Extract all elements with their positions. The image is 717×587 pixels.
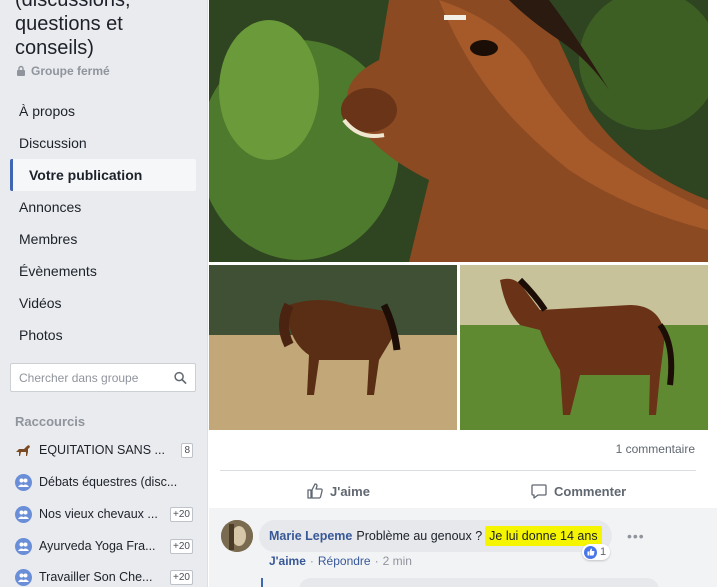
shortcut-badge: 8 <box>181 442 193 458</box>
like-reaction-icon <box>584 545 597 559</box>
shortcut-label: Travailler Son Che... <box>39 570 153 584</box>
comment-highlighted-text: Je lui donne 14 ans <box>485 526 602 546</box>
separator: · <box>374 554 379 568</box>
more-options-icon[interactable]: ••• <box>627 528 645 544</box>
shortcut-badge: +20 <box>170 538 193 554</box>
shortcut-badge: +20 <box>170 569 193 585</box>
group-search-input[interactable] <box>19 370 174 385</box>
thumbs-up-icon <box>307 483 323 499</box>
reply-input-box[interactable] <box>299 578 659 587</box>
comment-text: Problème au genoux ? <box>356 529 483 543</box>
group-icon <box>15 473 32 491</box>
shortcut-item[interactable]: EQUITATION SANS ... 8 <box>15 438 193 462</box>
nav-item-photos[interactable]: Photos <box>10 319 196 351</box>
group-icon <box>15 568 32 586</box>
horse-icon <box>15 442 32 459</box>
post-photo-horse-field[interactable] <box>209 265 457 430</box>
shortcut-item[interactable]: Travailler Son Che... +20 <box>15 565 193 587</box>
group-icon <box>15 537 32 555</box>
nav-item-membres[interactable]: Membres <box>10 223 196 255</box>
comments-section: Marie Lepeme Problème au genoux ? Je lui… <box>209 508 717 587</box>
search-icon[interactable] <box>174 371 187 385</box>
group-privacy-status: Groupe fermé <box>15 64 110 78</box>
divider <box>220 470 696 471</box>
nav-item-discussion[interactable]: Discussion <box>10 127 196 159</box>
comment-bubble-icon <box>531 484 547 499</box>
separator: · <box>309 554 314 568</box>
comment-like-link[interactable]: J'aime <box>269 554 306 568</box>
nav-item-a-propos[interactable]: À propos <box>10 95 196 127</box>
comment-reply-link[interactable]: Répondre <box>318 554 371 568</box>
comment-actions: J'aime · Répondre · 2 min <box>269 554 412 568</box>
comment-button-label: Commenter <box>554 483 627 499</box>
reply-thread-indicator <box>261 578 263 587</box>
comment-reaction-count[interactable]: 1 <box>582 544 611 560</box>
shortcut-label: Nos vieux chevaux ... <box>39 507 158 521</box>
shortcut-label: EQUITATION SANS ... <box>39 443 165 457</box>
shortcuts-heading: Raccourcis <box>15 414 86 429</box>
shortcut-badge: +20 <box>170 506 193 522</box>
comment-bubble: Marie Lepeme Problème au genoux ? Je lui… <box>259 520 612 552</box>
comment-count-link[interactable]: 1 commentaire <box>616 442 695 456</box>
nav-item-votre-publication[interactable]: Votre publication <box>10 159 196 191</box>
left-sidebar: (discussions, questions et conseils) Gro… <box>0 0 207 587</box>
group-title[interactable]: (discussions, questions et conseils) <box>15 0 200 60</box>
nav-item-annonces[interactable]: Annonces <box>10 191 196 223</box>
avatar[interactable] <box>221 520 253 552</box>
group-status-label: Groupe fermé <box>31 64 110 78</box>
group-nav: À propos Discussion Votre publication An… <box>10 95 196 351</box>
group-icon <box>15 505 32 523</box>
shortcut-label: Ayurveda Yoga Fra... <box>39 539 156 553</box>
comment-button[interactable]: Commenter <box>530 478 626 504</box>
post-photo-horse-eating[interactable] <box>209 0 708 262</box>
post-card: 1 commentaire J'aime Commenter Marie Lep… <box>207 0 717 587</box>
group-search-box <box>10 363 196 392</box>
nav-item-videos[interactable]: Vidéos <box>10 287 196 319</box>
shortcut-item[interactable]: Nos vieux chevaux ... +20 <box>15 502 193 526</box>
reaction-count: 1 <box>600 546 607 558</box>
comment-author-link[interactable]: Marie Lepeme <box>269 529 352 543</box>
nav-item-evenements[interactable]: Évènements <box>10 255 196 287</box>
like-button-label: J'aime <box>330 483 370 499</box>
shortcut-label: Débats équestres (disc... <box>39 475 178 489</box>
lock-icon <box>17 65 25 76</box>
shortcut-item[interactable]: Ayurveda Yoga Fra... +20 <box>15 534 193 558</box>
like-button[interactable]: J'aime <box>306 478 370 504</box>
post-photo-horse-standing[interactable] <box>460 265 708 430</box>
shortcut-item[interactable]: Débats équestres (disc... <box>15 470 193 494</box>
comment-timestamp[interactable]: 2 min <box>383 554 412 568</box>
